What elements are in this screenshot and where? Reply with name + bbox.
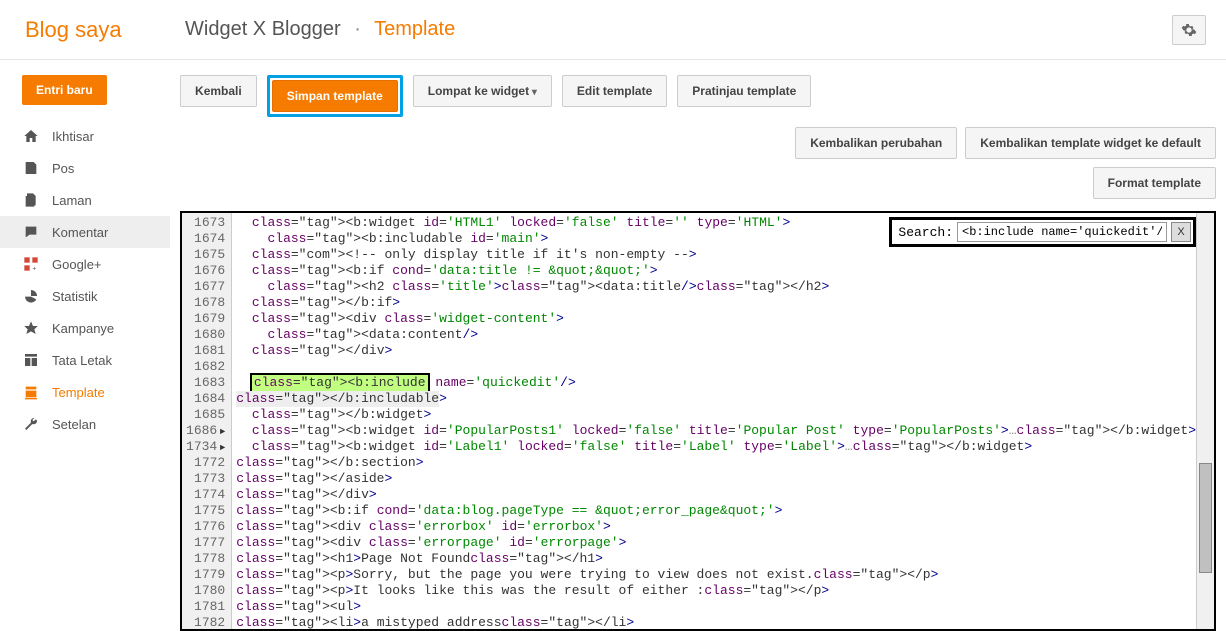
nav-label: Template xyxy=(52,385,105,400)
toolbar: Kembali Simpan template Lompat ke widget… xyxy=(180,75,1216,199)
breadcrumb-page: Template xyxy=(374,18,455,40)
home-icon xyxy=(22,127,40,145)
gear-icon xyxy=(1181,22,1197,38)
nav-label: Komentar xyxy=(52,225,108,240)
nav-label: Statistik xyxy=(52,289,98,304)
nav-komentar[interactable]: Komentar xyxy=(0,216,170,248)
back-button[interactable]: Kembali xyxy=(180,75,257,107)
code-lines[interactable]: class="tag"><b:widget id='HTML1' locked=… xyxy=(232,213,1196,629)
nav-laman[interactable]: Laman xyxy=(0,184,170,216)
line-gutter: 1673167416751676167716781679168016811682… xyxy=(182,213,232,629)
save-template-button[interactable]: Simpan template xyxy=(272,80,398,112)
new-post-button[interactable]: Entri baru xyxy=(22,75,107,105)
stats-icon xyxy=(22,287,40,305)
document-icon xyxy=(22,159,40,177)
campaign-icon xyxy=(22,319,40,337)
svg-text:+: + xyxy=(32,266,36,272)
nav-label: Pos xyxy=(52,161,74,176)
wrench-icon xyxy=(22,415,40,433)
nav-template[interactable]: Template xyxy=(0,376,170,408)
googleplus-icon: + xyxy=(22,255,40,273)
nav-label: Google+ xyxy=(52,257,102,272)
jump-widget-button[interactable]: Lompat ke widget xyxy=(413,75,552,107)
nav-label: Ikhtisar xyxy=(52,129,94,144)
vertical-scrollbar[interactable] xyxy=(1196,213,1214,629)
logo[interactable]: Blog saya xyxy=(10,17,185,43)
search-close-button[interactable]: X xyxy=(1171,222,1191,242)
search-input[interactable] xyxy=(957,222,1167,242)
template-icon xyxy=(22,383,40,401)
nav-pos[interactable]: Pos xyxy=(0,152,170,184)
code-editor[interactable]: Search: X 167316741675167616771678167916… xyxy=(180,211,1216,631)
nav-label: Laman xyxy=(52,193,92,208)
revert-default-button[interactable]: Kembalikan template widget ke default xyxy=(965,127,1216,159)
search-label: Search: xyxy=(898,225,953,240)
search-box: Search: X xyxy=(889,217,1196,247)
nav-label: Tata Letak xyxy=(52,353,112,368)
nav-statistik[interactable]: Statistik xyxy=(0,280,170,312)
nav-kampanye[interactable]: Kampanye xyxy=(0,312,170,344)
nav-google[interactable]: + Google+ xyxy=(0,248,170,280)
comment-icon xyxy=(22,223,40,241)
scroll-thumb[interactable] xyxy=(1199,463,1212,573)
pages-icon xyxy=(22,191,40,209)
breadcrumb-blog[interactable]: Widget X Blogger xyxy=(185,18,341,40)
nav-ikhtisar[interactable]: Ikhtisar xyxy=(0,120,170,152)
revert-changes-button[interactable]: Kembalikan perubahan xyxy=(795,127,957,159)
layout-icon xyxy=(22,351,40,369)
breadcrumb-sep: · xyxy=(354,18,361,40)
nav-label: Kampanye xyxy=(52,321,114,336)
edit-template-button[interactable]: Edit template xyxy=(562,75,667,107)
preview-template-button[interactable]: Pratinjau template xyxy=(677,75,811,107)
nav-label: Setelan xyxy=(52,417,96,432)
save-highlight: Simpan template xyxy=(267,75,403,117)
sidebar: Entri baru Ikhtisar Pos Laman Komentar +… xyxy=(0,60,170,588)
breadcrumb: Widget X Blogger · Template xyxy=(185,18,1172,41)
format-template-button[interactable]: Format template xyxy=(1093,167,1216,199)
nav-tataletak[interactable]: Tata Letak xyxy=(0,344,170,376)
gear-button[interactable] xyxy=(1172,15,1206,45)
nav-setelan[interactable]: Setelan xyxy=(0,408,170,440)
